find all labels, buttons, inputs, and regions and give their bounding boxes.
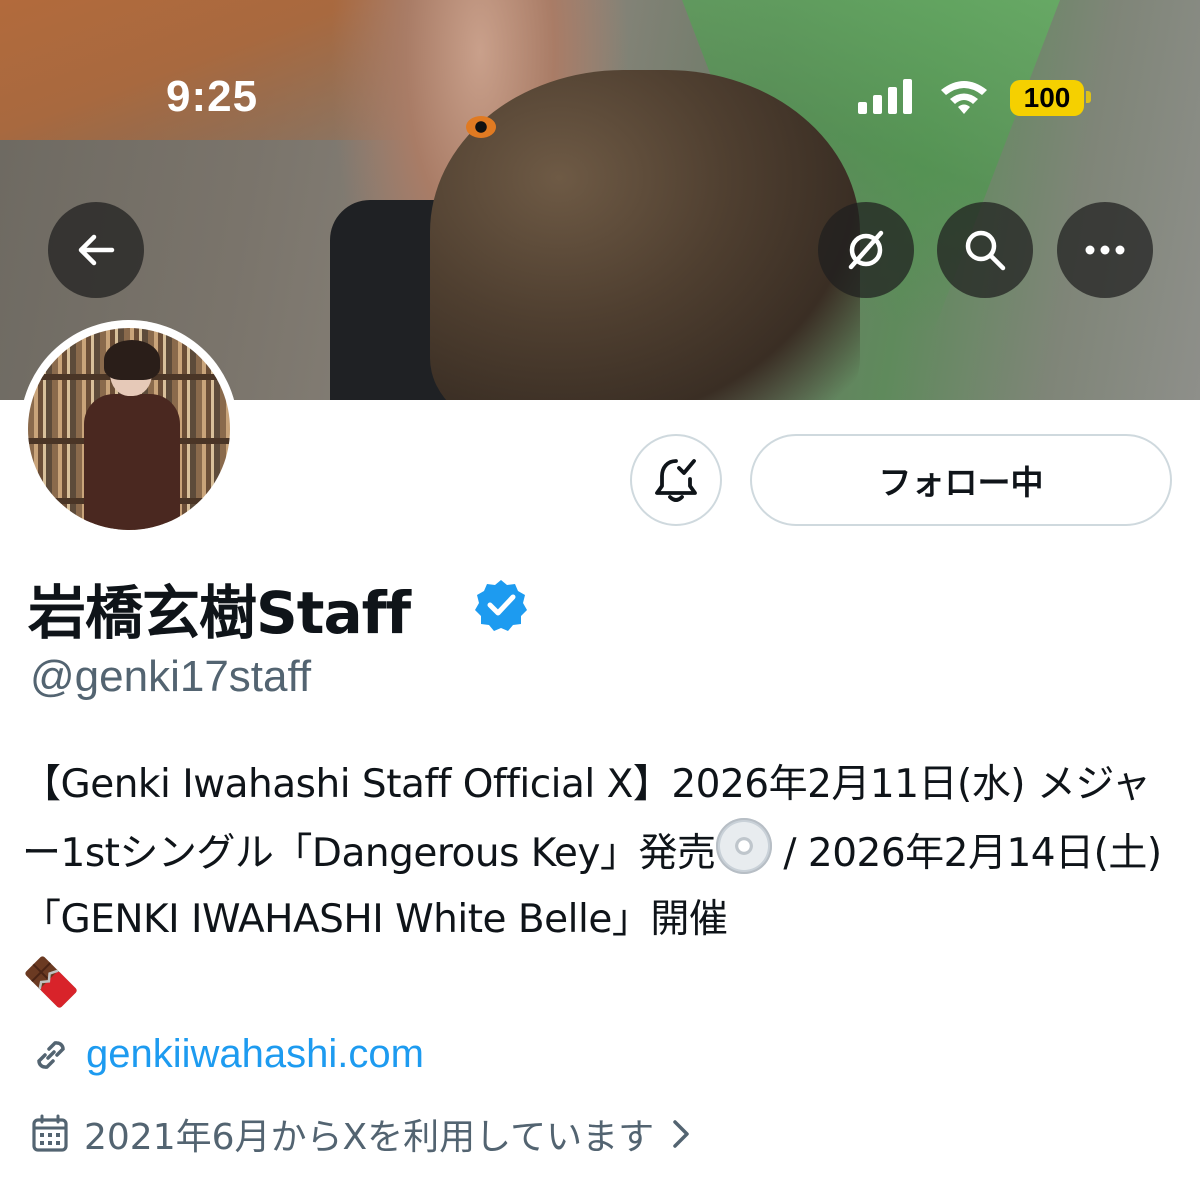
joined-date: 2021年6月からXを利用しています (84, 1117, 655, 1158)
verified-badge-icon (475, 580, 527, 631)
disc-emoji (715, 818, 772, 874)
banner-owl (430, 70, 860, 400)
grok-button[interactable] (818, 202, 914, 298)
more-button[interactable] (1057, 202, 1153, 298)
status-icons: 100 (858, 78, 1098, 118)
bell-check-icon (655, 459, 697, 502)
handle: @genki17staff (30, 652, 312, 701)
avatar-image (28, 328, 230, 530)
signal-bar-2 (873, 95, 882, 114)
joined-row[interactable]: 2021年6月からXを利用しています (30, 1108, 696, 1160)
bio: 【Genki Iwahashi Staff Official X】2026年2月… (22, 752, 1182, 1020)
signal-bar-1 (858, 102, 867, 114)
search-icon (965, 230, 1006, 271)
website-link[interactable]: genkiiwahashi.com (86, 1032, 424, 1077)
following-button[interactable]: フォロー中 (750, 434, 1172, 526)
signal-bar-3 (888, 87, 897, 114)
avatar-coat (84, 394, 180, 530)
search-button[interactable] (937, 202, 1033, 298)
back-button[interactable] (48, 202, 144, 298)
status-time: 9:25 (166, 72, 259, 121)
grok-icon (848, 230, 884, 270)
chevron-right-icon (673, 1120, 689, 1148)
more-horizontal-icon (1085, 245, 1125, 255)
website-row: genkiiwahashi.com (30, 1032, 424, 1077)
display-name: 岩橋玄樹Staff (28, 579, 411, 647)
profile-avatar[interactable] (20, 320, 238, 538)
link-icon (37, 1040, 65, 1069)
battery-tip (1086, 91, 1091, 103)
signal-bar-4 (903, 79, 912, 114)
avatar-hair (104, 340, 160, 380)
banner-owl-eye (466, 116, 496, 138)
notifications-button[interactable] (630, 434, 722, 526)
avatar-figure (80, 340, 180, 530)
calendar-icon (32, 1114, 68, 1152)
arrow-left-icon (78, 234, 115, 266)
battery-indicator: 100 (1010, 80, 1084, 116)
wifi-icon (941, 81, 987, 114)
chocolate-emoji (22, 953, 80, 1011)
